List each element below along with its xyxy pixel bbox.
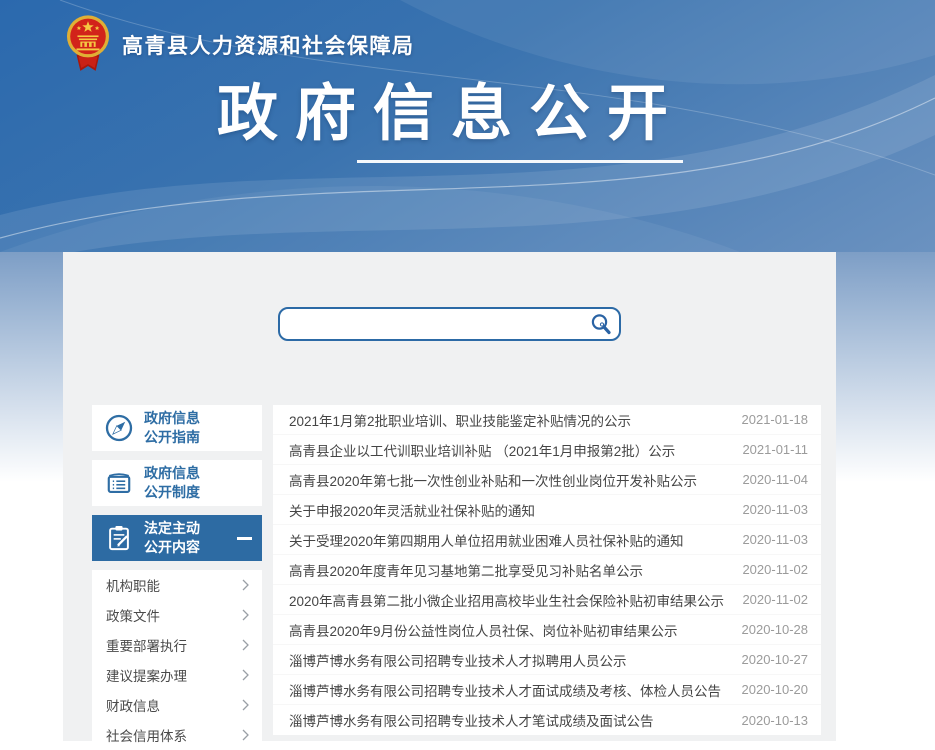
submenu-item-label: 社会信用体系 (106, 725, 187, 745)
chevron-right-icon (242, 669, 249, 681)
article-title[interactable]: 高青县2020年第七批一次性创业补贴和一次性创业岗位开发补贴公示 (289, 470, 730, 490)
article-row[interactable]: 淄博芦博水务有限公司招聘专业技术人才面试成绩及考核、体检人员公告 2020-10… (273, 675, 821, 705)
sidebar-item-disclosure-guide[interactable]: 政府信息 公开指南 (92, 405, 262, 451)
submenu-item-label: 建议提案办理 (106, 665, 187, 685)
submenu-item[interactable]: 建议提案办理 (92, 660, 262, 690)
submenu-item[interactable]: 社会信用体系 (92, 720, 262, 750)
submenu-item[interactable]: 政策文件 (92, 600, 262, 630)
submenu-item[interactable]: 重要部署执行 (92, 630, 262, 660)
national-emblem-icon (66, 14, 110, 76)
chevron-right-icon (242, 639, 249, 651)
article-list: 2021年1月第2批职业培训、职业技能鉴定补贴情况的公示 2021-01-18 … (273, 405, 821, 735)
search-input[interactable] (280, 309, 583, 339)
article-date: 2020-11-03 (742, 502, 808, 517)
chevron-right-icon (242, 579, 249, 591)
sidebar-item-label: 政府信息 公开制度 (144, 464, 200, 502)
sidebar-item-label: 政府信息 公开指南 (144, 409, 200, 447)
article-date: 2021-01-11 (742, 442, 808, 457)
site-name: 高青县人力资源和社会保障局 (122, 30, 415, 60)
article-title[interactable]: 2020年高青县第二批小微企业招用高校毕业生社会保险补贴初审结果公示 (289, 590, 730, 610)
hero-banner: 高青县人力资源和社会保障局 政府信息公开 (0, 0, 935, 252)
article-date: 2020-10-20 (742, 682, 809, 697)
search-box (278, 307, 621, 341)
article-title[interactable]: 淄博芦博水务有限公司招聘专业技术人才笔试成绩及面试公告 (289, 710, 730, 730)
clipboard-pen-icon (103, 522, 135, 554)
article-date: 2020-10-27 (742, 652, 809, 667)
article-row[interactable]: 高青县2020年9月份公益性岗位人员社保、岗位补贴初审结果公示 2020-10-… (273, 615, 821, 645)
submenu-item-label: 重要部署执行 (106, 635, 187, 655)
submenu-item-label: 机构职能 (106, 575, 160, 595)
submenu-item[interactable]: 机构职能 (92, 570, 262, 600)
article-row[interactable]: 关于受理2020年第四期用人单位招用就业困难人员社保补贴的通知 2020-11-… (273, 525, 821, 555)
compass-icon (103, 412, 135, 444)
article-row[interactable]: 淄博芦博水务有限公司招聘专业技术人才笔试成绩及面试公告 2020-10-13 (273, 705, 821, 735)
page-title: 政府信息公开 (190, 78, 712, 148)
article-row[interactable]: 2021年1月第2批职业培训、职业技能鉴定补贴情况的公示 2021-01-18 (273, 405, 821, 435)
article-title[interactable]: 淄博芦博水务有限公司招聘专业技术人才面试成绩及考核、体检人员公告 (289, 680, 730, 700)
article-row[interactable]: 高青县2020年度青年见习基地第二批享受见习补贴名单公示 2020-11-02 (273, 555, 821, 585)
article-row[interactable]: 淄博芦博水务有限公司招聘专业技术人才拟聘用人员公示 2020-10-27 (273, 645, 821, 675)
article-date: 2020-11-02 (742, 562, 808, 577)
article-title[interactable]: 高青县企业以工代训职业培训补贴 （2021年1月申报第2批）公示 (289, 440, 730, 460)
article-title[interactable]: 高青县2020年9月份公益性岗位人员社保、岗位补贴初审结果公示 (289, 620, 730, 640)
article-title[interactable]: 高青县2020年度青年见习基地第二批享受见习补贴名单公示 (289, 560, 730, 580)
magnifier-icon (590, 313, 612, 335)
article-date: 2020-11-02 (742, 592, 808, 607)
document-list-icon (103, 467, 135, 499)
article-title[interactable]: 关于受理2020年第四期用人单位招用就业困难人员社保补贴的通知 (289, 530, 730, 550)
chevron-right-icon (242, 699, 249, 711)
article-date: 2020-10-13 (742, 713, 809, 728)
sidebar: 政府信息 公开指南 政府信息 公开制度 (92, 405, 262, 750)
article-row[interactable]: 2020年高青县第二批小微企业招用高校毕业生社会保险补贴初审结果公示 2020-… (273, 585, 821, 615)
article-title[interactable]: 关于申报2020年灵活就业社保补贴的通知 (289, 500, 730, 520)
submenu-item[interactable]: 财政信息 (92, 690, 262, 720)
article-date: 2020-11-04 (742, 472, 808, 487)
article-row[interactable]: 高青县2020年第七批一次性创业补贴和一次性创业岗位开发补贴公示 2020-11… (273, 465, 821, 495)
article-title[interactable]: 2021年1月第2批职业培训、职业技能鉴定补贴情况的公示 (289, 410, 730, 430)
article-row[interactable]: 关于申报2020年灵活就业社保补贴的通知 2020-11-03 (273, 495, 821, 525)
search-button[interactable] (583, 309, 619, 339)
article-date: 2020-10-28 (742, 622, 809, 637)
chevron-right-icon (242, 609, 249, 621)
sidebar-item-mandatory-disclosure[interactable]: 法定主动 公开内容 (92, 515, 262, 561)
article-row[interactable]: 高青县企业以工代训职业培训补贴 （2021年1月申报第2批）公示 2021-01… (273, 435, 821, 465)
sidebar-submenu: 机构职能 政策文件 重要部署执行 建议提案办理 (92, 570, 262, 750)
sidebar-item-label: 法定主动 公开内容 (144, 519, 200, 557)
submenu-item-label: 财政信息 (106, 695, 160, 715)
site-logo-row: 高青县人力资源和社会保障局 (66, 14, 415, 76)
content-panel: 政府信息 公开指南 政府信息 公开制度 (63, 252, 836, 741)
chevron-right-icon (242, 729, 249, 741)
collapse-minus-icon[interactable] (237, 537, 252, 540)
article-title[interactable]: 淄博芦博水务有限公司招聘专业技术人才拟聘用人员公示 (289, 650, 730, 670)
sidebar-item-disclosure-system[interactable]: 政府信息 公开制度 (92, 460, 262, 506)
article-date: 2021-01-18 (742, 412, 809, 427)
article-date: 2020-11-03 (742, 532, 808, 547)
submenu-item-label: 政策文件 (106, 605, 160, 625)
title-underline (357, 160, 683, 163)
